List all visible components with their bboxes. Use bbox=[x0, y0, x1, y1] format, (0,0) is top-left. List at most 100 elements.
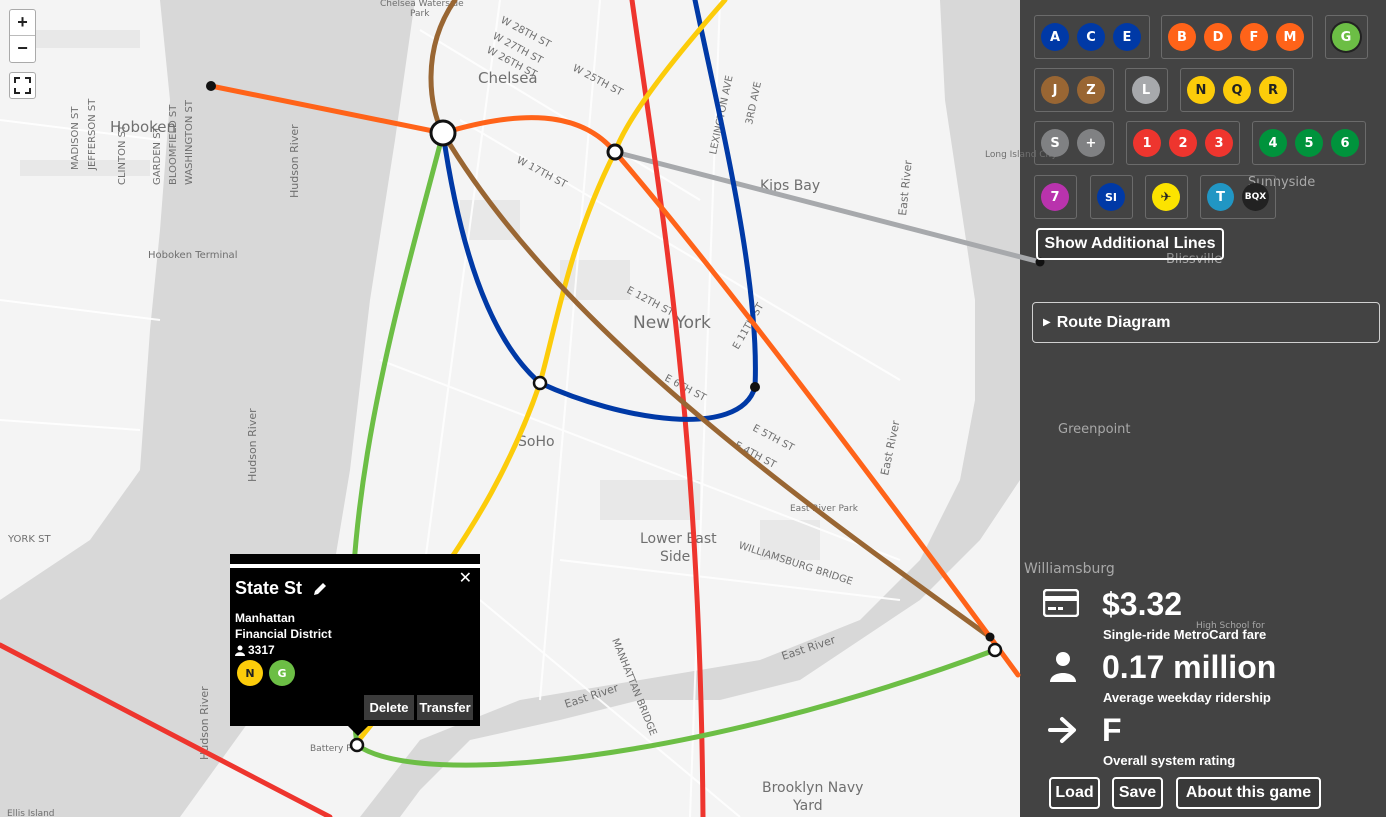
line-group-123: 1 2 3 bbox=[1126, 121, 1240, 165]
delete-button[interactable]: Delete bbox=[364, 695, 414, 720]
station-hoboken[interactable] bbox=[206, 81, 216, 91]
label-battery-park: Battery P bbox=[310, 744, 352, 754]
line-bullet-r[interactable]: R bbox=[1259, 76, 1287, 104]
line-bullet-j[interactable]: J bbox=[1041, 76, 1069, 104]
station-soho[interactable] bbox=[532, 375, 548, 391]
line-bullet-7[interactable]: 7 bbox=[1041, 183, 1069, 211]
line-bullet-d[interactable]: D bbox=[1204, 23, 1232, 51]
route-diagram-label: Route Diagram bbox=[1056, 313, 1171, 331]
line-bullet-s-plus[interactable]: + bbox=[1077, 129, 1105, 157]
station-neighborhood: Financial District bbox=[235, 627, 332, 641]
line-group-t-bqx: T BQX bbox=[1200, 175, 1276, 219]
station-ridership-value: 3317 bbox=[248, 643, 275, 657]
line-group-si: SI bbox=[1090, 175, 1133, 219]
station-williamsburg-north[interactable] bbox=[985, 632, 995, 642]
rating-value: F bbox=[1102, 712, 1122, 748]
line-bullet-c[interactable]: C bbox=[1077, 23, 1105, 51]
station-line-g[interactable]: G bbox=[269, 660, 295, 686]
line-group-nqr: N Q R bbox=[1180, 68, 1294, 112]
label-new-york: New York bbox=[633, 313, 711, 333]
load-button[interactable]: Load bbox=[1049, 777, 1100, 809]
line-bullet-si[interactable]: SI bbox=[1097, 183, 1125, 211]
transfer-button[interactable]: Transfer bbox=[417, 695, 473, 720]
zoom-control: + − bbox=[9, 9, 36, 63]
person-icon bbox=[235, 645, 245, 656]
close-icon[interactable]: ✕ bbox=[459, 568, 472, 588]
line-bullet-1[interactable]: 1 bbox=[1133, 129, 1161, 157]
line-bullet-f[interactable]: F bbox=[1240, 23, 1268, 51]
station-state-st[interactable] bbox=[349, 737, 365, 753]
line-group-l: L bbox=[1125, 68, 1168, 112]
label-ellis-island: Ellis Island bbox=[7, 809, 55, 817]
station-kips-west[interactable] bbox=[606, 143, 624, 161]
station-transfer-hub[interactable] bbox=[429, 119, 457, 147]
label-hoboken-terminal: Hoboken Terminal bbox=[148, 250, 237, 261]
save-button[interactable]: Save bbox=[1112, 777, 1163, 809]
zoom-in-button[interactable]: + bbox=[10, 10, 35, 36]
line-bullet-5[interactable]: 5 bbox=[1295, 129, 1323, 157]
line-bullet-l[interactable]: L bbox=[1132, 76, 1160, 104]
line-bullet-q[interactable]: Q bbox=[1223, 76, 1251, 104]
ridership-value: 0.17 million bbox=[1102, 649, 1277, 685]
label-soho: SoHo bbox=[518, 434, 555, 450]
line-bullet-bqx[interactable]: BQX bbox=[1242, 183, 1269, 211]
line-bullet-2[interactable]: 2 bbox=[1169, 129, 1197, 157]
fare-value: $3.32 bbox=[1102, 586, 1183, 622]
line-bullet-6[interactable]: 6 bbox=[1331, 129, 1359, 157]
line-bullet-4[interactable]: 4 bbox=[1259, 129, 1287, 157]
label-garden-st: GARDEN ST bbox=[152, 125, 163, 185]
line-bullet-z[interactable]: Z bbox=[1077, 76, 1105, 104]
credit-card-icon bbox=[1043, 589, 1079, 617]
fullscreen-button[interactable] bbox=[9, 72, 36, 99]
zoom-out-button[interactable]: − bbox=[10, 36, 35, 62]
label-east-river-park: East River Park bbox=[790, 504, 859, 514]
line-bullet-t[interactable]: T bbox=[1207, 183, 1234, 211]
label-park: Park bbox=[410, 9, 430, 19]
line-bullet-3[interactable]: 3 bbox=[1205, 129, 1233, 157]
fullscreen-icon bbox=[14, 77, 31, 94]
station-williamsburg[interactable] bbox=[987, 642, 1003, 658]
airplane-icon[interactable]: ✈ bbox=[1152, 183, 1180, 211]
line-bullet-g[interactable]: G bbox=[1332, 23, 1360, 51]
popup-accent-bar bbox=[230, 564, 480, 568]
line-group-456: 4 5 6 bbox=[1252, 121, 1366, 165]
station-borough: Manhattan bbox=[235, 611, 295, 625]
line-bullet-a[interactable]: A bbox=[1041, 23, 1069, 51]
station-popup: State St ✕ Manhattan Financial District … bbox=[230, 554, 480, 736]
label-york-st: YORK ST bbox=[7, 534, 51, 545]
person-icon bbox=[1050, 652, 1076, 682]
station-east-village[interactable] bbox=[750, 382, 760, 392]
station-lines: N G bbox=[237, 660, 295, 686]
line-group-s: S + bbox=[1034, 121, 1114, 165]
caret-right-icon: ▶ bbox=[1043, 317, 1051, 328]
line-group-jz: J Z bbox=[1034, 68, 1114, 112]
label-jefferson-st: JEFFERSON ST bbox=[87, 98, 98, 171]
line-bullet-s[interactable]: S bbox=[1041, 129, 1069, 157]
label-bloomfield-st: BLOOMFIELD ST bbox=[168, 104, 179, 185]
station-line-n[interactable]: N bbox=[237, 660, 263, 686]
pencil-icon[interactable] bbox=[312, 581, 328, 597]
route-diagram-toggle[interactable]: ▶ Route Diagram bbox=[1032, 302, 1380, 343]
about-button[interactable]: About this game bbox=[1176, 777, 1321, 809]
line-group-airtrain: ✈ bbox=[1145, 175, 1188, 219]
line-group-7: 7 bbox=[1034, 175, 1077, 219]
line-bullet-n[interactable]: N bbox=[1187, 76, 1215, 104]
ridership-label: Average weekday ridership bbox=[1103, 690, 1271, 705]
line-group-g: G bbox=[1325, 15, 1368, 59]
line-bullet-m[interactable]: M bbox=[1276, 23, 1304, 51]
label-navy-yard: Yard bbox=[792, 798, 823, 814]
label-hudson-river-1: Hudson River bbox=[288, 124, 301, 198]
label-brooklyn-navy: Brooklyn Navy bbox=[762, 780, 863, 796]
line-group-bdfm: B D F M bbox=[1161, 15, 1313, 59]
label-lower-east-side: Lower East bbox=[640, 531, 717, 547]
label-madison-st: MADISON ST bbox=[70, 106, 81, 170]
control-panel: A C E B D F M G J Z L N Q R S + 1 2 3 4 … bbox=[1020, 0, 1386, 817]
line-bullet-e[interactable]: E bbox=[1113, 23, 1141, 51]
show-additional-lines-button[interactable]: Show Additional Lines bbox=[1036, 228, 1224, 260]
label-clinton-st: CLINTON ST bbox=[117, 124, 128, 185]
label-washington-st: WASHINGTON ST bbox=[184, 99, 195, 185]
arrow-right-icon bbox=[1048, 717, 1076, 743]
fare-label: Single-ride MetroCard fare bbox=[1103, 627, 1267, 642]
popup-pointer bbox=[348, 726, 368, 736]
line-bullet-b[interactable]: B bbox=[1168, 23, 1196, 51]
